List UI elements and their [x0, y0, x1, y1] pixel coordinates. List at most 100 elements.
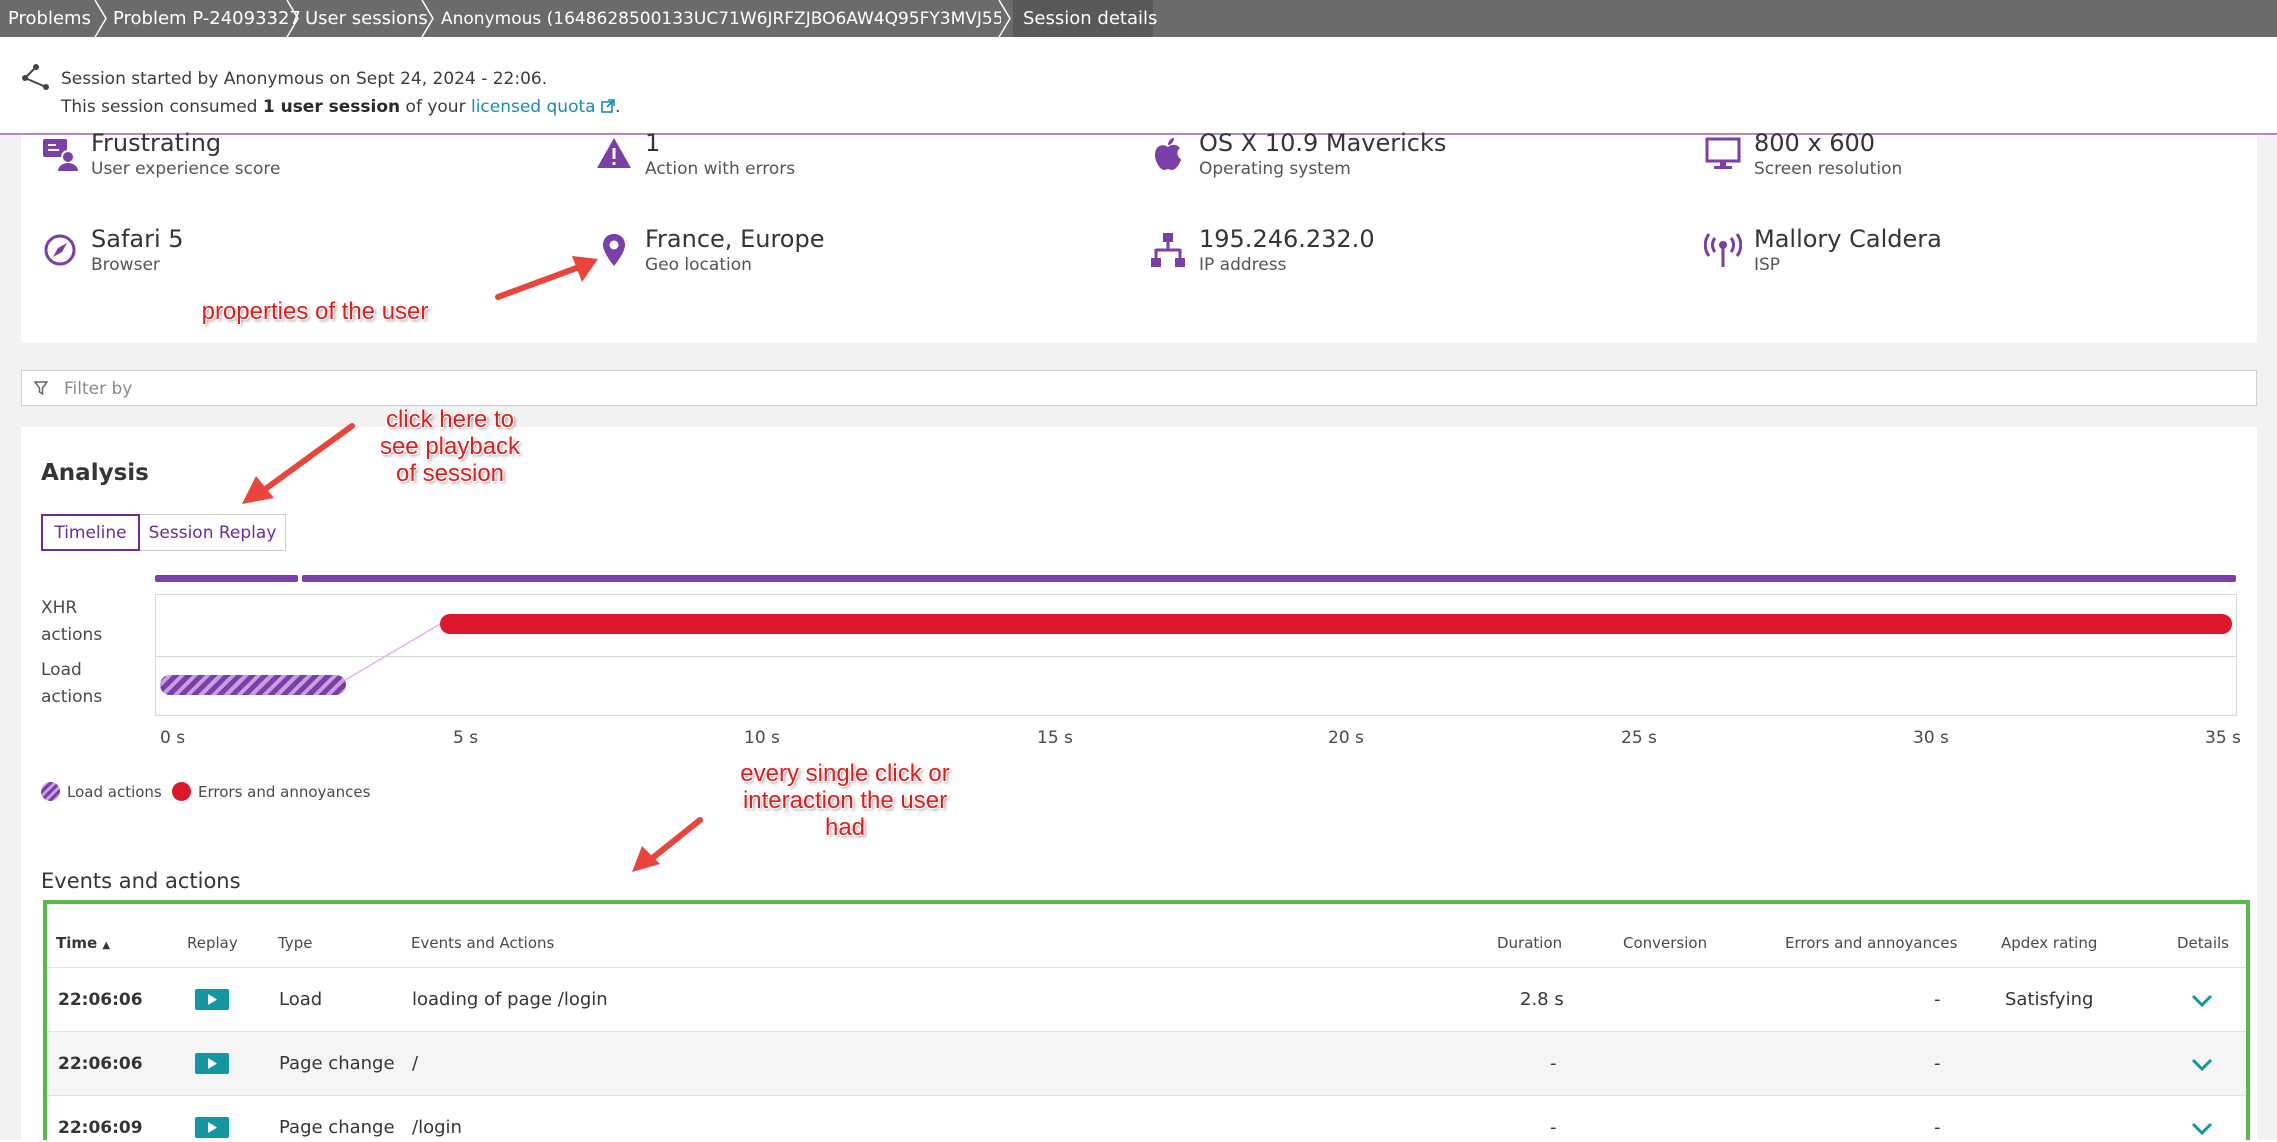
- breadcrumb-label: User sessions: [305, 8, 428, 29]
- filter-bar[interactable]: [21, 370, 2257, 407]
- licensed-quota-label: licensed quota: [470, 97, 596, 117]
- session-start-text: Session started by Anonymous on Sept 24,…: [61, 69, 548, 89]
- timeline-tick: 0 s: [160, 728, 186, 748]
- replay-button[interactable]: [195, 989, 229, 1010]
- load-action-bar[interactable]: [160, 675, 346, 695]
- column-header-details[interactable]: Details: [2177, 934, 2229, 952]
- annotation-line: had: [824, 814, 866, 841]
- quota-suffix: .: [614, 97, 621, 117]
- cell-event[interactable]: /login: [412, 1117, 462, 1138]
- cell-duration: -: [1550, 1117, 1557, 1138]
- tab-session-replay[interactable]: Session Replay: [139, 514, 286, 551]
- breadcrumb-problems[interactable]: Problems: [0, 0, 95, 37]
- timeline-tick: 15 s: [1037, 728, 1073, 748]
- column-header-time[interactable]: Time ▲: [56, 934, 110, 952]
- table-row[interactable]: [47, 967, 2246, 1032]
- annotation-arrow-icon: [495, 256, 598, 300]
- sort-ascending-icon: ▲: [102, 940, 111, 951]
- analysis-title: Analysis: [41, 460, 149, 486]
- cell-time: 22:06:06: [58, 1054, 143, 1074]
- breadcrumb-label: Session details: [1023, 8, 1158, 29]
- licensed-quota-link[interactable]: licensed quota: [471, 97, 615, 117]
- cell-time: 22:06:06: [58, 990, 143, 1010]
- breadcrumb-label: Problems: [8, 8, 91, 29]
- cell-event[interactable]: /: [412, 1053, 418, 1074]
- column-header-errors[interactable]: Errors and annoyances: [1785, 934, 1957, 952]
- breadcrumb-separator-icon: [286, 0, 299, 37]
- column-header-replay[interactable]: Replay: [187, 934, 238, 952]
- breadcrumb-user-sessions[interactable]: User sessions: [305, 0, 428, 37]
- cell-apdex: Satisfying: [2005, 989, 2094, 1010]
- legend-errors[interactable]: Errors and annoyances: [172, 782, 370, 801]
- cell-duration: -: [1550, 1053, 1557, 1074]
- timeline-overview-segment: [302, 575, 2236, 582]
- session-share-icon: [22, 64, 49, 90]
- property-label: Screen resolution: [1754, 159, 1903, 179]
- antenna-icon: [1704, 233, 1742, 267]
- breadcrumb-separator-icon: [998, 0, 1011, 37]
- timeline-row-divider: [155, 656, 2237, 657]
- property-label: User experience score: [91, 159, 281, 179]
- timeline-chart[interactable]: [155, 594, 2237, 716]
- annotation-replay: click here to see playback of session: [360, 406, 540, 487]
- property-label: Operating system: [1199, 159, 1351, 179]
- legend-label: Errors and annoyances: [198, 782, 371, 801]
- timeline-tick: 5 s: [453, 728, 479, 748]
- timeline-connector: [341, 623, 441, 683]
- replay-button[interactable]: [195, 1117, 229, 1138]
- load-actions-swatch: [41, 782, 60, 801]
- quota-prefix: This session consumed: [61, 97, 263, 117]
- property-value: 1: [645, 129, 661, 157]
- legend-load-actions[interactable]: Load actions: [41, 782, 162, 801]
- timeline-row-label-load: Load actions: [41, 660, 103, 707]
- timeline-row-label-xhr: XHR actions: [41, 598, 103, 645]
- errors-swatch: [172, 782, 191, 801]
- cell-duration: 2.8 s: [1520, 989, 1564, 1010]
- column-header-type[interactable]: Type: [278, 934, 312, 952]
- filter-icon: [34, 381, 48, 395]
- cell-event[interactable]: loading of page /login: [412, 989, 608, 1010]
- filter-input[interactable]: [62, 371, 666, 407]
- property-label: IP address: [1199, 255, 1287, 275]
- timeline-tick: 35 s: [2205, 728, 2241, 748]
- breadcrumb-user[interactable]: Anonymous (1648628500133UC71W6JRFZJBO6AW…: [441, 0, 1001, 37]
- column-header-events[interactable]: Events and Actions: [411, 934, 554, 952]
- cell-type: Page change: [279, 1117, 395, 1138]
- column-header-apdex[interactable]: Apdex rating: [2001, 934, 2097, 952]
- cell-time: 22:06:09: [58, 1118, 143, 1138]
- tab-timeline[interactable]: Timeline: [41, 514, 140, 551]
- property-label: ISP: [1754, 255, 1781, 275]
- timeline-overview-segment: [155, 575, 298, 582]
- property-value: Mallory Caldera: [1754, 225, 1942, 253]
- breadcrumb-problem[interactable]: Problem P-24093327: [113, 0, 301, 37]
- xhr-error-bar[interactable]: [440, 614, 2232, 634]
- legend-label: Load actions: [67, 782, 162, 801]
- breadcrumb-session-details: Session details: [1013, 0, 1157, 37]
- annotation-line: click here to: [385, 406, 515, 433]
- timeline-tick: 20 s: [1328, 728, 1364, 748]
- column-header-label: Time: [56, 934, 98, 952]
- property-value: Frustrating: [91, 129, 222, 157]
- annotation-arrow-icon: [632, 817, 703, 872]
- column-header-conversion[interactable]: Conversion: [1623, 934, 1707, 952]
- user-experience-icon: [43, 139, 78, 171]
- breadcrumb-label: Problem P-24093327: [113, 8, 301, 29]
- property-value: 195.246.232.0: [1199, 225, 1375, 253]
- property-label: Action with errors: [645, 159, 796, 179]
- breadcrumb: Problems Problem P-24093327 User session…: [0, 0, 2277, 37]
- breadcrumb-separator-icon: [421, 0, 434, 37]
- annotation-properties: properties of the user: [201, 298, 429, 325]
- property-label: Geo location: [645, 255, 752, 275]
- timeline-tick: 10 s: [744, 728, 780, 748]
- replay-button[interactable]: [195, 1053, 229, 1074]
- apple-icon: [1155, 138, 1181, 170]
- annotation-line: interaction the user: [742, 787, 948, 814]
- chevron-down-icon[interactable]: [2191, 1122, 2213, 1136]
- chevron-down-icon[interactable]: [2191, 994, 2213, 1008]
- play-icon: [208, 1122, 217, 1133]
- chevron-down-icon[interactable]: [2191, 1058, 2213, 1072]
- breadcrumb-label: Anonymous (1648628500133UC71W6JRFZJBO6AW…: [441, 8, 1001, 29]
- annotation-arrow-icon: [242, 423, 355, 504]
- session-header: Session started by Anonymous on Sept 24,…: [0, 37, 2277, 135]
- column-header-duration[interactable]: Duration: [1497, 934, 1562, 952]
